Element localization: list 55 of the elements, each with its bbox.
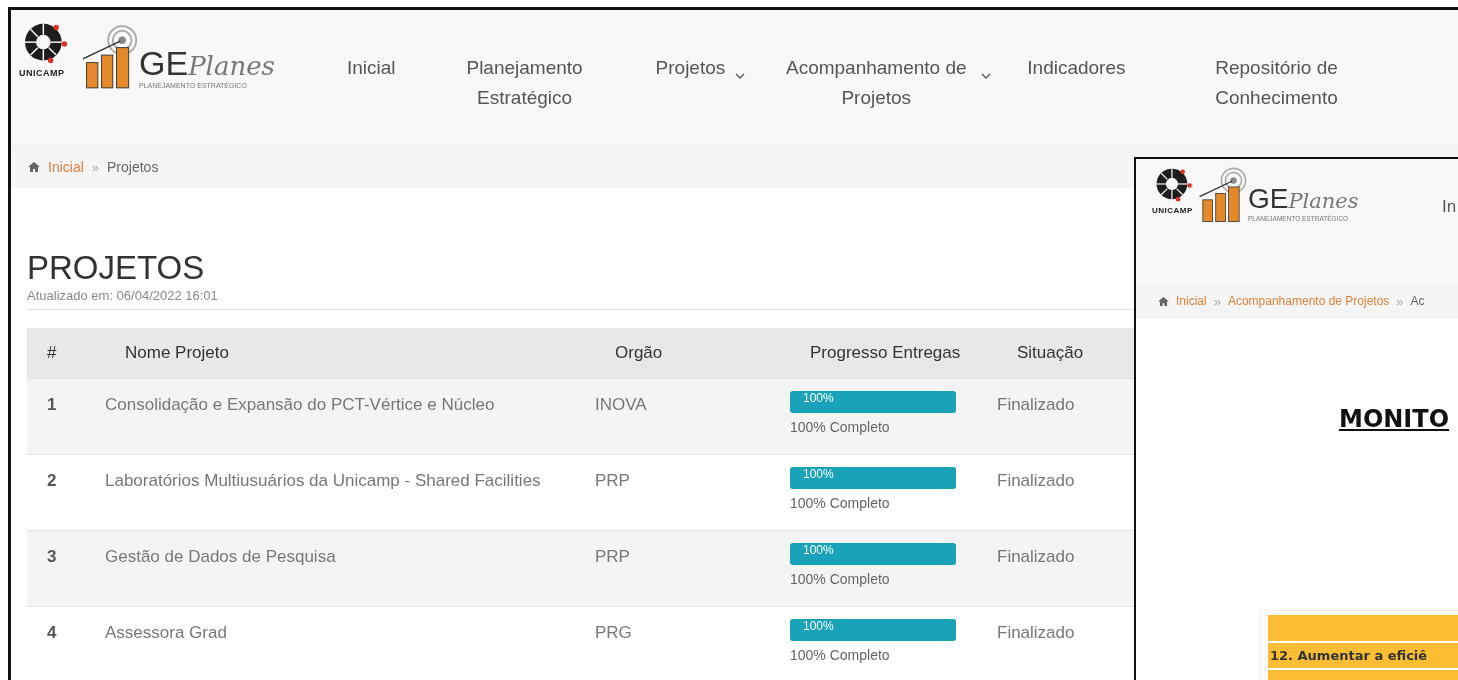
breadcrumb-item[interactable]: Ac bbox=[1410, 294, 1425, 308]
breadcrumb-separator: » bbox=[1396, 293, 1404, 309]
brand-name: GE bbox=[1248, 185, 1289, 213]
column-header: Situação bbox=[1016, 343, 1085, 363]
organ-cell-text: PRG bbox=[595, 622, 632, 644]
progress-text: 100% Completo bbox=[790, 570, 890, 588]
project-name: Laboratórios Multiusuários da Unicamp - Shared Facilities bbox=[105, 470, 541, 492]
home-icon bbox=[28, 162, 40, 172]
university-name: UNICAMP bbox=[1152, 206, 1193, 215]
nav-link[interactable]: Acompanhamento de Projetos bbox=[763, 53, 1010, 113]
brand-script: Planes bbox=[188, 53, 275, 79]
nav-link[interactable]: Planejamento Estratégico bbox=[441, 53, 608, 113]
organ-cell-text: INOVA bbox=[595, 394, 647, 416]
row-number: 1 bbox=[47, 394, 57, 416]
row-number: 4 bbox=[47, 622, 57, 644]
column-header: Progresso Entregas bbox=[809, 343, 962, 363]
updated-timestamp: Atualizado em: 06/04/2022 16:01 bbox=[27, 288, 218, 303]
progress-text: 100% Completo bbox=[790, 494, 890, 512]
breadcrumb-item[interactable]: Projetos bbox=[107, 159, 159, 175]
brand-name: GE bbox=[139, 46, 189, 80]
breadcrumb-separator: » bbox=[91, 159, 100, 175]
bar-chart-logo-icon bbox=[81, 24, 139, 90]
column-header: Nome Projeto bbox=[124, 343, 230, 363]
column-header: # bbox=[46, 343, 58, 363]
project-name: Assessora Grad bbox=[105, 622, 227, 644]
organ-cell-text: PRP bbox=[595, 546, 630, 568]
project-name: Gestão de Dados de Pesquisa bbox=[105, 546, 336, 568]
status-cell-text: Finalizado bbox=[997, 470, 1075, 492]
organ-cell-text: PRP bbox=[595, 470, 630, 492]
home-icon bbox=[1158, 296, 1169, 306]
progress-bar: 100% bbox=[790, 391, 956, 413]
status-cell-text: Finalizado bbox=[997, 394, 1075, 416]
progress-text: 100% Completo bbox=[790, 646, 890, 664]
brand-script: Planes bbox=[1288, 191, 1359, 212]
nav-link[interactable]: Inicial bbox=[329, 53, 414, 83]
progress-text: 100% Completo bbox=[790, 418, 890, 436]
project-name: Consolidação e Expansão do PCT-Vértice e Núcleo bbox=[105, 394, 495, 416]
nav-link[interactable]: Repositório de Conhecimento bbox=[1183, 53, 1370, 113]
column-header: Orgão bbox=[614, 343, 664, 363]
progress-bar: 100% bbox=[790, 467, 956, 489]
nav-link[interactable]: Indicadores bbox=[1009, 53, 1144, 83]
bar-chart-logo-icon bbox=[1198, 167, 1248, 223]
nav-link[interactable]: In bbox=[1442, 197, 1457, 283]
progress-bar: 100% bbox=[790, 543, 956, 565]
progress-bar: 100% bbox=[790, 619, 956, 641]
table-row-text: 12. Aumentar a eficiê bbox=[1268, 643, 1458, 670]
document-heading: MONITO bbox=[1339, 405, 1450, 433]
status-cell-text: Finalizado bbox=[997, 622, 1075, 644]
page-title: PROJETOS bbox=[27, 250, 206, 286]
row-number: 2 bbox=[47, 470, 57, 492]
breadcrumb-separator: » bbox=[1213, 293, 1221, 309]
row-number: 3 bbox=[47, 546, 57, 568]
university-name: UNICAMP bbox=[19, 68, 65, 78]
nav-link[interactable]: Projetos bbox=[637, 53, 764, 83]
status-cell-text: Finalizado bbox=[997, 546, 1075, 568]
